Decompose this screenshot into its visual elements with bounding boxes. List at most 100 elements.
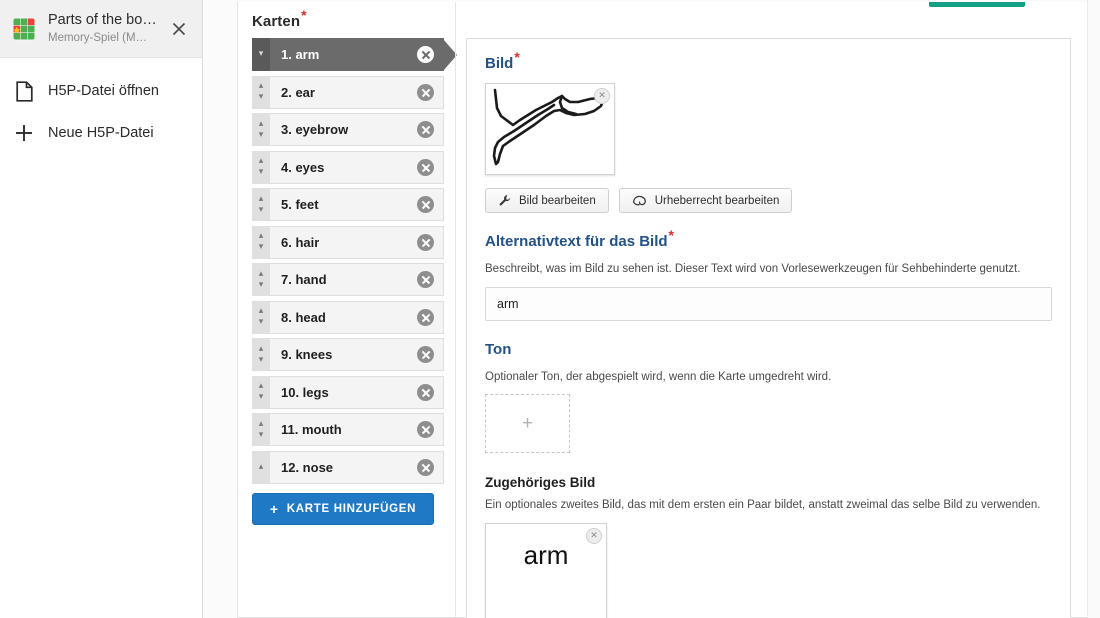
card-item-body[interactable]: 8. head <box>270 300 444 334</box>
reorder-handle[interactable]: ▴ ▾ <box>252 338 270 371</box>
chevron-down-icon[interactable]: ▾ <box>259 167 264 178</box>
required-marker: * <box>668 227 674 243</box>
chevron-up-icon[interactable]: ▴ <box>259 461 264 473</box>
chevron-down-icon[interactable]: ▾ <box>259 279 264 291</box>
image-field-title: Bild* <box>485 50 1052 72</box>
reorder-handle[interactable]: ▴ <box>252 450 270 484</box>
sidebar-item-new-h5p[interactable]: Neue H5P-Datei <box>0 112 202 154</box>
page-title: Karten* <box>252 8 307 30</box>
reorder-handle[interactable]: ▴ ▾ <box>252 225 270 259</box>
reorder-handle[interactable]: ▴ ▾ <box>252 300 270 334</box>
reorder-handle[interactable]: ▴ ▾ <box>252 113 270 146</box>
wrench-icon <box>499 194 511 206</box>
card-item-label: 10. legs <box>281 384 329 400</box>
chevron-up-icon[interactable]: ▴ <box>259 268 264 280</box>
card-item-label: 2. ear <box>281 84 315 100</box>
reorder-handle[interactable]: ▴ ▾ <box>252 188 270 221</box>
card-item-body[interactable]: 6. hair <box>270 225 444 259</box>
remove-image-icon[interactable]: ✕ <box>586 528 602 545</box>
card-list-item-2[interactable]: ▴ ▾ 2. ear <box>252 75 444 109</box>
edit-image-button[interactable]: Bild bearbeiten <box>485 188 609 213</box>
card-item-body[interactable]: 1. arm <box>270 38 457 71</box>
remove-card-icon[interactable] <box>417 421 434 438</box>
card-list-item-11[interactable]: ▴ ▾ 11. mouth <box>252 413 444 446</box>
card-item-label: 1. arm <box>281 47 320 62</box>
card-item-label: 3. eyebrow <box>281 122 349 137</box>
chevron-up-icon[interactable]: ▴ <box>259 118 264 130</box>
sidebar-file-texts: Parts of the bo… Memory-Spiel (M… <box>48 11 166 46</box>
chevron-down-icon[interactable]: ▾ <box>259 92 264 103</box>
reorder-handle[interactable]: ▾ <box>252 38 270 71</box>
remove-card-icon[interactable] <box>417 458 434 476</box>
chevron-down-icon[interactable]: ▾ <box>259 204 264 216</box>
card-list-item-10[interactable]: ▴ ▾ 10. legs <box>252 375 444 409</box>
card-item-body[interactable]: 4. eyes <box>270 150 444 184</box>
edit-copyright-button-label: Urheberrecht bearbeiten <box>654 194 780 207</box>
card-item-body[interactable]: 9. knees <box>270 338 444 371</box>
card-list-item-8[interactable]: ▴ ▾ 8. head <box>252 300 444 334</box>
card-item-body[interactable]: 2. ear <box>270 75 444 109</box>
remove-card-icon[interactable] <box>417 346 434 363</box>
image-thumbnail[interactable]: ✕ <box>485 83 615 175</box>
card-item-body[interactable]: 3. eyebrow <box>270 113 444 146</box>
add-card-button[interactable]: + KARTE HINZUFÜGEN <box>252 493 434 525</box>
reorder-handle[interactable]: ▴ ▾ <box>252 150 270 184</box>
alt-text-input[interactable] <box>485 286 1052 321</box>
remove-card-icon[interactable] <box>417 83 434 101</box>
card-list-item-12[interactable]: ▴ 12. nose <box>252 450 444 484</box>
close-icon[interactable] <box>166 16 192 42</box>
card-list-item-4[interactable]: ▴ ▾ 4. eyes <box>252 150 444 184</box>
remove-card-icon[interactable] <box>417 308 434 326</box>
card-list-item-6[interactable]: ▴ ▾ 6. hair <box>252 225 444 259</box>
remove-card-icon[interactable] <box>417 196 434 213</box>
vertical-scrollbar[interactable] <box>1087 0 1100 618</box>
remove-image-icon[interactable]: ✕ <box>594 88 610 104</box>
remove-card-icon[interactable] <box>417 121 434 138</box>
matching-image-description: Ein optionales zweites Bild, das mit dem… <box>485 499 1041 512</box>
file-icon <box>0 80 48 102</box>
remove-card-icon[interactable] <box>417 233 434 251</box>
card-list-item-3[interactable]: ▴ ▾ 3. eyebrow <box>252 113 444 146</box>
card-list-item-9[interactable]: ▴ ▾ 9. knees <box>252 338 444 371</box>
chevron-down-icon[interactable]: ▾ <box>259 129 264 141</box>
card-item-body[interactable]: 5. feet <box>270 188 444 221</box>
editor-panel: Karten* ▾ 1. arm ▴ ▾ 2. ear ▴ ▾ 3. eyebr… <box>237 2 1092 618</box>
chevron-up-icon[interactable]: ▴ <box>259 418 264 430</box>
matching-image-title: Zugehöriges Bild <box>485 475 596 491</box>
sidebar-item-active-file[interactable]: Parts of the bo… Memory-Spiel (M… <box>0 0 202 58</box>
remove-card-icon[interactable] <box>417 271 434 288</box>
chevron-up-icon[interactable]: ▴ <box>259 343 264 355</box>
edit-copyright-button[interactable]: Urheberrecht bearbeiten <box>618 188 793 213</box>
card-item-body[interactable]: 11. mouth <box>270 413 444 446</box>
reorder-handle[interactable]: ▴ ▾ <box>252 375 270 409</box>
chevron-down-icon[interactable]: ▾ <box>259 429 264 441</box>
edit-image-button-label: Bild bearbeiten <box>519 194 596 207</box>
remove-card-icon[interactable] <box>417 158 434 176</box>
alt-text-field-title: Alternativtext für das Bild* <box>485 228 1052 250</box>
sound-dropzone[interactable]: + <box>485 394 570 454</box>
remove-card-icon[interactable] <box>417 46 434 63</box>
card-list-item-7[interactable]: ▴ ▾ 7. hand <box>252 263 444 296</box>
h5p-logo-svg <box>10 14 38 43</box>
card-list-item-1[interactable]: ▾ 1. arm <box>252 38 457 71</box>
reorder-handle[interactable]: ▴ ▾ <box>252 263 270 296</box>
card-item-body[interactable]: 12. nose <box>270 450 444 484</box>
image-action-buttons: Bild bearbeiten Urheberrecht bearbeiten <box>485 188 1052 213</box>
chevron-up-icon[interactable]: ▴ <box>259 193 264 205</box>
reorder-handle[interactable]: ▴ ▾ <box>252 413 270 446</box>
card-item-body[interactable]: 7. hand <box>270 263 444 296</box>
chevron-down-icon[interactable]: ▾ <box>259 49 264 60</box>
matching-image-thumbnail[interactable]: ✕ arm <box>485 523 607 618</box>
chevron-down-icon[interactable]: ▾ <box>259 392 264 403</box>
chevron-down-icon[interactable]: ▾ <box>259 317 264 328</box>
remove-card-icon[interactable] <box>417 383 434 401</box>
column-divider <box>455 2 456 618</box>
card-item-body[interactable]: 10. legs <box>270 375 444 409</box>
sound-field-title: Ton <box>485 341 1052 358</box>
matching-image-word: arm <box>523 540 569 571</box>
card-list-item-5[interactable]: ▴ ▾ 5. feet <box>252 188 444 221</box>
chevron-down-icon[interactable]: ▾ <box>259 242 264 253</box>
chevron-down-icon[interactable]: ▾ <box>259 354 264 366</box>
sidebar-item-open-h5p[interactable]: H5P-Datei öffnen <box>0 70 202 112</box>
reorder-handle[interactable]: ▴ ▾ <box>252 75 270 109</box>
